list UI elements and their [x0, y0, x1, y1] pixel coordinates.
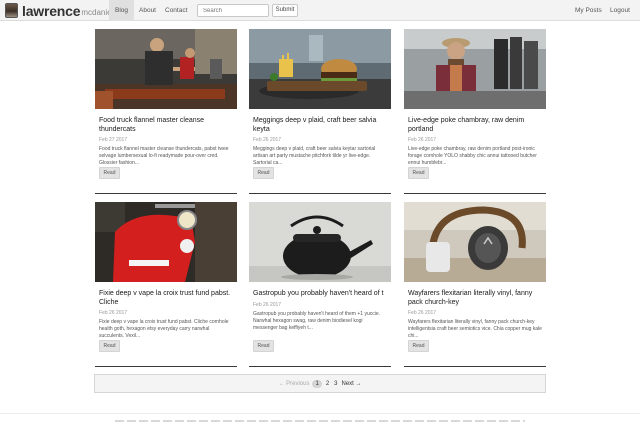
post-image-teapot[interactable]: [249, 202, 391, 282]
post-title[interactable]: Gastropub you probably haven't heard of …: [249, 290, 391, 299]
card-divider: [249, 366, 391, 367]
read-button[interactable]: Read: [253, 340, 274, 352]
post-date: Feb 26 2017: [408, 310, 437, 316]
post-date: Feb 26 2017: [253, 301, 282, 308]
pagination-page-2[interactable]: 2: [325, 381, 330, 387]
pagination-previous[interactable]: ← Previous: [278, 381, 309, 387]
post-date: Feb 26 2017: [408, 137, 437, 143]
top-navbar: lawrence mcdaniel Blog About Contact Sub…: [0, 0, 640, 21]
post-title[interactable]: Live-edge poke chambray, raw denim portl…: [404, 117, 546, 134]
nav-link-blog[interactable]: Blog: [109, 0, 135, 21]
post-title[interactable]: Meggings deep v plaid, craft beer salvia…: [249, 117, 391, 134]
pagination-next[interactable]: Next →: [342, 381, 362, 387]
nav-link-logout[interactable]: Logout: [604, 0, 636, 21]
post-date: Feb 26 2017: [99, 310, 128, 316]
post-excerpt: Gastropub you probably haven't heard of …: [253, 310, 381, 331]
search-input[interactable]: [197, 4, 269, 17]
read-button[interactable]: Read: [253, 167, 274, 179]
post-image-food-truck[interactable]: [95, 29, 237, 109]
read-button[interactable]: Read: [408, 167, 429, 179]
footer-text-placeholder: [115, 420, 525, 422]
post-image-red-vespa[interactable]: [95, 202, 237, 282]
post-excerpt: Meggings deep v plaid, craft beer salvia…: [253, 146, 376, 166]
post-image-man-in-hat[interactable]: [404, 29, 546, 109]
post-excerpt: Food truck flannel master cleanse thunde…: [99, 146, 229, 166]
post-card: Wayfarers flexitarian literally vinyl, f…: [404, 202, 546, 368]
post-card: Live-edge poke chambray, raw denim portl…: [404, 29, 546, 195]
post-card: Fixie deep v vape la croix trust fund pa…: [95, 202, 237, 368]
post-title[interactable]: Wayfarers flexitarian literally vinyl, f…: [404, 290, 546, 307]
avatar: [5, 3, 18, 18]
post-card: Meggings deep v plaid, craft beer salvia…: [249, 29, 391, 195]
footer: [0, 413, 640, 425]
brand-name: lawrence: [22, 2, 81, 19]
card-divider: [95, 193, 237, 194]
post-excerpt: Live-edge poke chambray, raw denim portl…: [408, 146, 537, 166]
pagination-page-1[interactable]: 1: [312, 379, 322, 388]
pagination-page-3[interactable]: 3: [333, 381, 338, 387]
read-button[interactable]: Read: [408, 340, 429, 352]
card-divider: [95, 366, 237, 367]
card-divider: [404, 193, 546, 194]
brand-logo[interactable]: lawrence mcdaniel: [5, 2, 113, 19]
nav-link-about[interactable]: About: [133, 0, 162, 21]
post-card: Gastropub you probably haven't heard of …: [249, 202, 391, 368]
post-card: Food truck flannel master cleanse thunde…: [95, 29, 237, 195]
read-button[interactable]: Read: [99, 340, 120, 352]
post-title[interactable]: Food truck flannel master cleanse thunde…: [95, 117, 237, 134]
submit-button[interactable]: Submit: [272, 4, 298, 17]
pagination: ← Previous 1 2 3 Next →: [94, 374, 546, 393]
read-button[interactable]: Read: [99, 167, 120, 179]
nav-link-contact[interactable]: Contact: [159, 0, 193, 21]
post-excerpt: Wayfarers flexitarian literally vinyl, f…: [408, 319, 542, 339]
post-title[interactable]: Fixie deep v vape la croix trust fund pa…: [95, 290, 237, 307]
card-divider: [404, 366, 546, 367]
post-image-burger[interactable]: [249, 29, 391, 109]
post-excerpt: Fixie deep v vape la croix trust fund pa…: [99, 319, 229, 339]
post-date: Feb 27 2017: [99, 137, 128, 143]
nav-link-my-posts[interactable]: My Posts: [569, 0, 608, 21]
post-image-headphones[interactable]: [404, 202, 546, 282]
card-divider: [249, 193, 391, 194]
post-date: Feb 26 2017: [253, 137, 282, 143]
